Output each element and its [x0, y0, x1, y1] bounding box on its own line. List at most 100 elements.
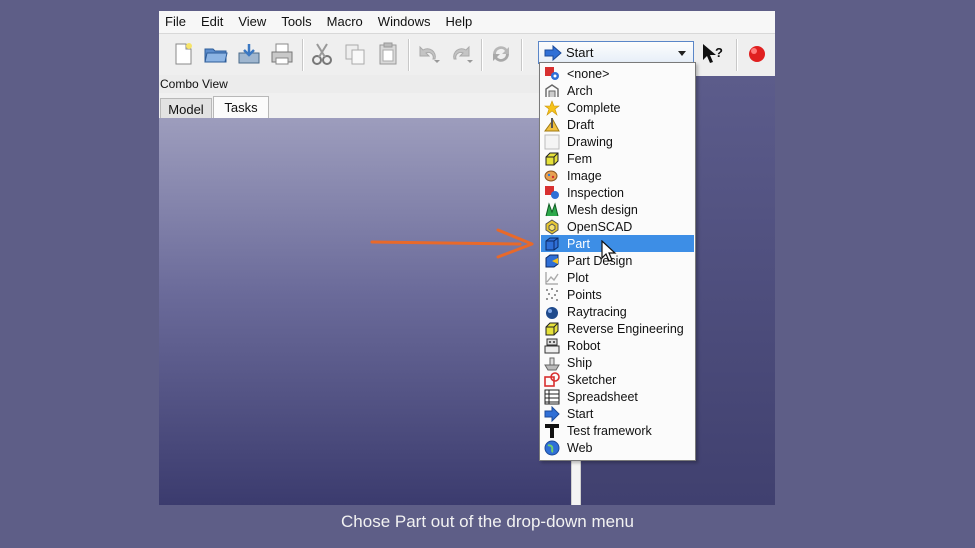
menu-tools[interactable]: Tools — [275, 11, 320, 33]
dropdown-item-complete[interactable]: Complete — [541, 99, 694, 116]
dropdown-item-label: Drawing — [567, 134, 613, 149]
dropdown-item-openscad[interactable]: OpenSCAD — [541, 218, 694, 235]
start-arrow-icon — [544, 405, 560, 422]
dropdown-item-label: Ship — [567, 355, 593, 370]
draft-icon — [544, 117, 560, 133]
dropdown-item-mesh-design[interactable]: Mesh design — [541, 201, 694, 218]
mouse-cursor-icon — [601, 240, 617, 262]
inspection-icon — [544, 185, 560, 201]
menu-macro[interactable]: Macro — [321, 11, 372, 33]
dropdown-item-web[interactable]: Web — [541, 439, 694, 456]
annotation-arrow — [370, 228, 534, 259]
dropdown-item-label: Web — [567, 440, 593, 455]
spreadsheet-icon — [544, 389, 560, 405]
combo-view-tabs: Model Tasks — [159, 94, 559, 119]
menu-file[interactable]: File — [159, 11, 195, 33]
dropdown-item-none[interactable]: <none> — [541, 65, 694, 82]
dropdown-item-label: Part — [567, 236, 590, 251]
dropdown-item-spreadsheet[interactable]: Spreadsheet — [541, 388, 694, 405]
dropdown-item-label: Image — [567, 168, 602, 183]
cut-icon[interactable] — [308, 40, 336, 68]
dropdown-item-inspection[interactable]: Inspection — [541, 184, 694, 201]
sketcher-icon — [544, 371, 560, 388]
dropdown-item-start[interactable]: Start — [541, 405, 694, 422]
part-cube-icon — [544, 236, 560, 252]
svg-text:?: ? — [715, 45, 723, 60]
dropdown-item-test-framework[interactable]: Test framework — [541, 422, 694, 439]
dropdown-item-ship[interactable]: Ship — [541, 354, 694, 371]
dropdown-item-sketcher[interactable]: Sketcher — [541, 371, 694, 388]
print-icon[interactable] — [268, 40, 296, 68]
save-icon[interactable] — [235, 40, 263, 68]
record-macro-icon[interactable] — [743, 40, 771, 68]
chevron-down-icon — [675, 46, 689, 60]
dropdown-item-label: Complete — [567, 100, 621, 115]
combo-view-title-text: Combo View — [160, 77, 228, 91]
combo-view-title: Combo View — [159, 75, 559, 93]
dropdown-item-plot[interactable]: Plot — [541, 269, 694, 286]
star-icon — [544, 99, 560, 116]
web-globe-icon — [544, 440, 560, 456]
dropdown-item-label: Sketcher — [567, 372, 617, 387]
workbench-selector[interactable]: Start — [538, 41, 694, 64]
menu-view[interactable]: View — [232, 11, 275, 33]
image-icon — [544, 168, 560, 184]
new-file-icon[interactable] — [169, 40, 197, 68]
menu-help[interactable]: Help — [440, 11, 482, 33]
dropdown-item-reverse-engineering[interactable]: Reverse Engineering — [541, 320, 694, 337]
ship-icon — [544, 355, 560, 371]
dropdown-item-label: Draft — [567, 117, 595, 132]
dropdown-item-label: <none> — [567, 66, 610, 81]
open-folder-icon[interactable] — [202, 40, 230, 68]
arrow-right-icon — [544, 44, 562, 62]
dropdown-item-label: Inspection — [567, 185, 624, 200]
dropdown-item-label: Robot — [567, 338, 601, 353]
arch-icon — [544, 83, 560, 99]
undo-icon[interactable] — [414, 40, 442, 68]
test-framework-icon — [544, 423, 560, 439]
dropdown-item-arch[interactable]: Arch — [541, 82, 694, 99]
menu-windows[interactable]: Windows — [372, 11, 440, 33]
dropdown-item-points[interactable]: Points — [541, 286, 694, 303]
drawing-icon — [544, 134, 560, 150]
menu-edit[interactable]: Edit — [195, 11, 232, 33]
dropdown-item-image[interactable]: Image — [541, 167, 694, 184]
dropdown-item-label: Start — [567, 406, 594, 421]
dropdown-item-draft[interactable]: Draft — [541, 116, 694, 133]
tab-model[interactable]: Model — [160, 98, 212, 118]
dropdown-item-label: Raytracing — [567, 304, 627, 319]
redo-icon[interactable] — [447, 40, 475, 68]
dropdown-item-label: Plot — [567, 270, 589, 285]
dropdown-item-label: Test framework — [567, 423, 652, 438]
reverse-engineering-icon — [544, 321, 560, 337]
points-icon — [544, 287, 560, 303]
raytracing-icon — [544, 304, 560, 320]
dropdown-item-robot[interactable]: Robot — [541, 337, 694, 354]
dropdown-item-drawing[interactable]: Drawing — [541, 133, 694, 150]
workbench-selector-label: Start — [566, 45, 594, 60]
task-panel — [159, 118, 571, 505]
plot-icon — [544, 270, 560, 286]
dropdown-item-label: Spreadsheet — [567, 389, 638, 404]
openscad-icon — [544, 218, 560, 235]
whats-this-icon[interactable]: ? — [699, 40, 727, 68]
caption: Chose Part out of the drop-down menu — [341, 512, 634, 531]
fem-icon — [544, 151, 560, 167]
tab-tasks[interactable]: Tasks — [213, 96, 269, 119]
dropdown-item-label: Points — [567, 287, 602, 302]
dropdown-item-label: Reverse Engineering — [567, 321, 684, 336]
dropdown-item-label: OpenSCAD — [567, 219, 633, 234]
dropdown-item-label: Arch — [567, 83, 593, 98]
part-design-icon — [544, 253, 560, 269]
paste-icon[interactable] — [374, 40, 402, 68]
robot-icon — [544, 338, 560, 354]
copy-icon[interactable] — [341, 40, 369, 68]
refresh-icon[interactable] — [487, 40, 515, 68]
dropdown-item-fem[interactable]: Fem — [541, 150, 694, 167]
dropdown-item-label: Fem — [567, 151, 592, 166]
dropdown-item-label: Mesh design — [567, 202, 638, 217]
dropdown-item-raytracing[interactable]: Raytracing — [541, 303, 694, 320]
none-gear-icon — [544, 66, 560, 82]
menu-bar: File Edit View Tools Macro Windows Help — [159, 11, 775, 34]
mesh-icon — [544, 201, 560, 218]
